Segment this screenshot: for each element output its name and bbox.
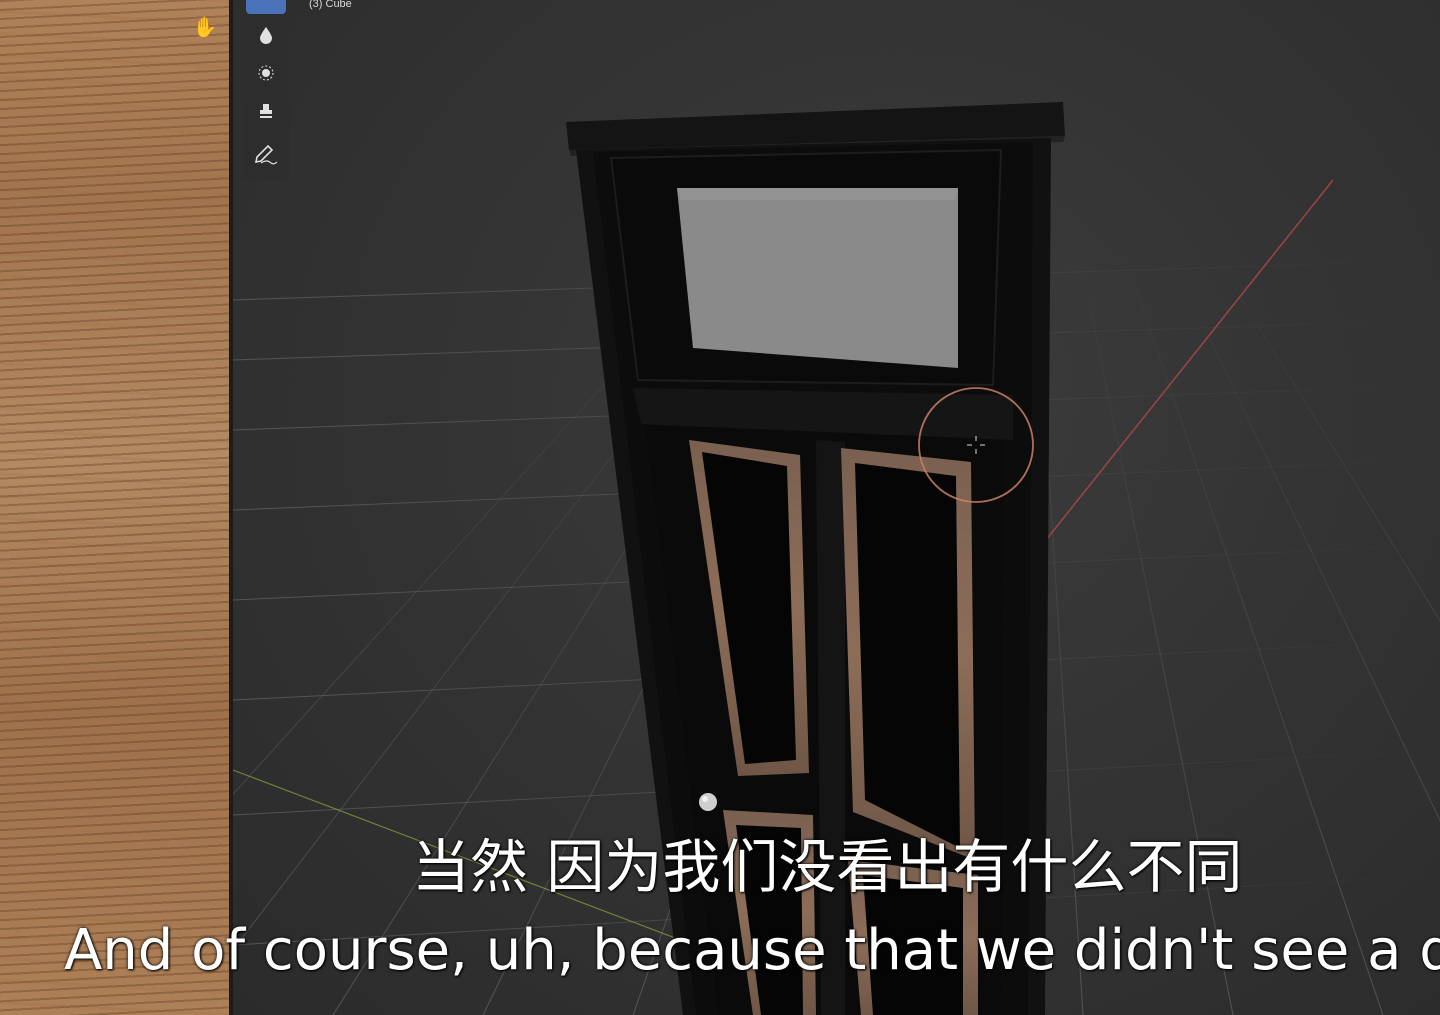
drop-icon[interactable] bbox=[246, 18, 286, 52]
dot-icon[interactable] bbox=[246, 56, 286, 90]
tool-shelf bbox=[243, 0, 289, 180]
stamp-icon[interactable] bbox=[246, 94, 286, 128]
active-object-label: (3) Cube bbox=[309, 0, 352, 10]
cursor-icon[interactable] bbox=[246, 0, 286, 14]
hand-icon[interactable]: ✋ bbox=[192, 14, 218, 40]
wood-texture-preview bbox=[0, 0, 232, 1015]
x-axis-line bbox=[1037, 179, 1334, 551]
app-window: ✋ (3) Cube 当然 因为我们没看出有什么不同 And of course… bbox=[0, 0, 1440, 1015]
pencil-icon[interactable] bbox=[246, 138, 286, 172]
subtitle-chinese: 当然 因为我们没看出有什么不同 bbox=[412, 833, 1243, 901]
door-knob bbox=[699, 793, 717, 811]
subtitle-english: And of course, uh, because that we didn'… bbox=[64, 918, 1440, 983]
